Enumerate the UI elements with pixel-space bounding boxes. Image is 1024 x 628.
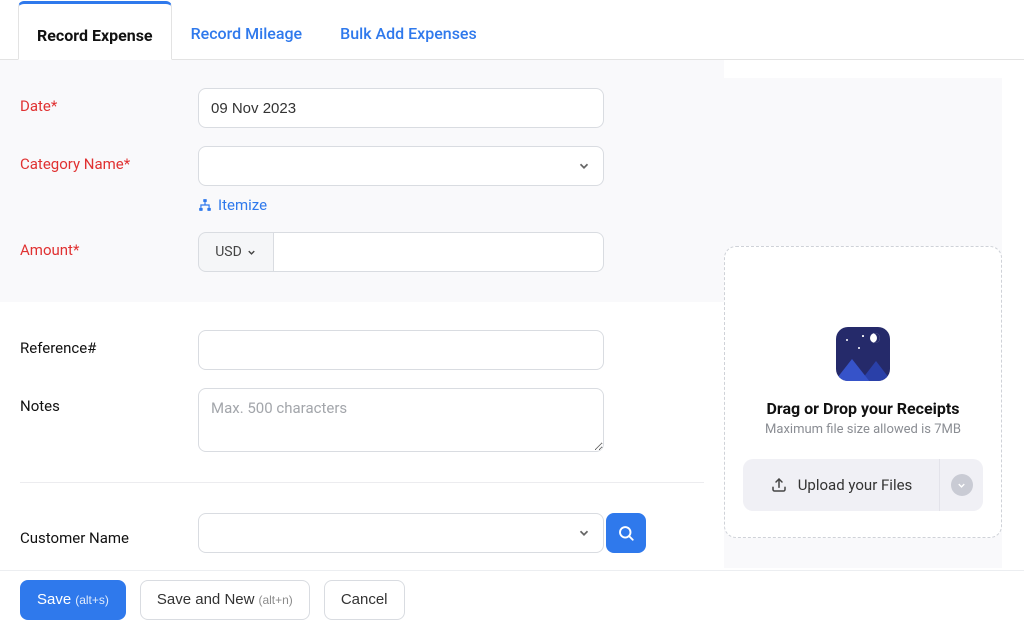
tab-bulk-add-expenses[interactable]: Bulk Add Expenses [321,1,496,60]
customer-search-button[interactable] [606,513,646,553]
reference-input[interactable] [198,330,604,370]
itemize-link[interactable]: Itemize [198,196,604,214]
chevron-down-icon [577,159,591,173]
upload-options-button[interactable] [939,459,983,511]
tab-record-mileage[interactable]: Record Mileage [172,1,322,60]
date-label: Date* [20,88,198,115]
save-new-shortcut: (alt+n) [258,593,292,607]
tab-record-expense[interactable]: Record Expense [18,1,172,60]
currency-select[interactable]: USD [198,232,274,272]
chevron-down-icon [246,247,257,258]
chevron-down-icon [577,526,591,540]
search-icon [617,524,635,542]
form-area: Date* Category Name* [0,60,724,553]
sitemap-icon [198,198,212,212]
save-and-new-button[interactable]: Save and New (alt+n) [140,580,310,620]
footer-actions: Save (alt+s) Save and New (alt+n) Cancel [0,570,1024,628]
upload-icon [770,476,788,494]
category-label: Category Name* [20,146,198,173]
customer-select[interactable] [198,513,604,553]
amount-label: Amount* [20,232,198,259]
itemize-label: Itemize [218,196,267,214]
save-new-label: Save and New [157,591,255,608]
save-label: Save [37,591,71,608]
image-icon [836,327,890,381]
notes-label: Notes [20,388,198,415]
notes-textarea[interactable] [198,388,604,452]
save-shortcut: (alt+s) [75,593,109,607]
cancel-label: Cancel [341,591,388,608]
upload-files-button[interactable]: Upload your Files [743,459,939,511]
save-button[interactable]: Save (alt+s) [20,580,126,620]
tabs: Record Expense Record Mileage Bulk Add E… [0,0,1024,59]
drop-title: Drag or Drop your Receipts [743,399,983,418]
date-input[interactable] [198,88,604,128]
reference-label: Reference# [20,330,198,357]
customer-label: Customer Name [20,520,198,547]
upload-label: Upload your Files [798,476,913,494]
category-select[interactable] [198,146,604,186]
currency-value: USD [215,244,242,260]
receipt-drop-zone[interactable]: Drag or Drop your Receipts Maximum file … [724,246,1002,538]
amount-input[interactable] [274,232,604,272]
cancel-button[interactable]: Cancel [324,580,405,620]
drop-subtitle: Maximum file size allowed is 7MB [743,422,983,437]
chevron-down-icon [951,474,973,496]
